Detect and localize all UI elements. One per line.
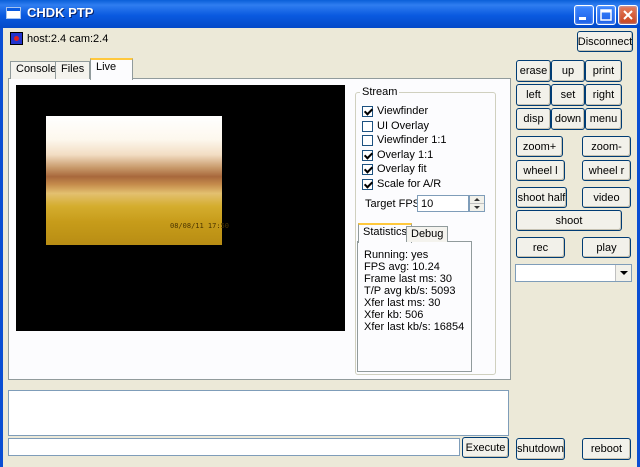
target-fps-label: Target FPS xyxy=(365,198,421,210)
connection-icon xyxy=(10,32,23,45)
tab-files[interactable]: Files xyxy=(55,61,91,79)
checkbox-label: Overlay 1:1 xyxy=(377,149,434,161)
stat-xfer-last-ms: Xfer last ms: 30 xyxy=(364,297,441,309)
checkbox-label: Viewfinder xyxy=(377,105,429,117)
overlay-1-1-checkbox[interactable]: Overlay 1:1 xyxy=(362,148,433,162)
target-fps-spinner[interactable] xyxy=(469,195,485,212)
command-input[interactable] xyxy=(8,438,460,456)
wheel-right-button[interactable]: wheel r xyxy=(582,160,631,181)
reboot-button[interactable]: reboot xyxy=(582,438,631,460)
shutdown-button[interactable]: shutdown xyxy=(516,438,565,460)
disconnect-button[interactable]: Disconnect xyxy=(577,31,633,52)
right-button[interactable]: right xyxy=(585,84,622,106)
ui-overlay-checkbox[interactable]: UI Overlay xyxy=(362,119,429,133)
wheel-left-button[interactable]: wheel l xyxy=(516,160,565,181)
console-output[interactable] xyxy=(8,390,509,436)
zoom-out-button[interactable]: zoom- xyxy=(582,136,631,157)
stat-xfer-kb: Xfer kb: 506 xyxy=(364,309,424,321)
checkbox-box[interactable] xyxy=(362,163,373,175)
left-button[interactable]: left xyxy=(516,84,551,106)
checkbox-label: Viewfinder 1:1 xyxy=(377,134,447,146)
rec-button[interactable]: rec xyxy=(516,237,565,258)
checkbox-box[interactable] xyxy=(362,134,373,146)
maximize-button[interactable] xyxy=(596,5,616,25)
chevron-down-icon[interactable] xyxy=(615,265,631,281)
video-button[interactable]: video xyxy=(582,187,631,208)
menu-button[interactable]: menu xyxy=(585,108,622,130)
tab-live[interactable]: Live xyxy=(90,58,133,80)
stat-tp-avg: T/P avg kb/s: 5093 xyxy=(364,285,456,297)
close-button[interactable] xyxy=(618,5,638,25)
close-icon xyxy=(623,10,633,20)
stat-running: Running: yes xyxy=(364,249,429,261)
stream-legend: Stream xyxy=(360,86,400,98)
connection-status: host:2.4 cam:2.4 xyxy=(27,33,109,45)
minimize-button[interactable] xyxy=(574,5,594,25)
checkbox-box[interactable] xyxy=(362,178,373,190)
stat-xfer-last-kbs: Xfer last kb/s: 16854 xyxy=(364,321,465,333)
erase-button[interactable]: erase xyxy=(516,60,551,82)
print-button[interactable]: print xyxy=(585,60,622,82)
window-frame-left xyxy=(0,28,3,467)
overlay-fit-checkbox[interactable]: Overlay fit xyxy=(362,162,427,176)
play-button[interactable]: play xyxy=(582,237,631,258)
checkbox-label: Scale for A/R xyxy=(377,178,442,190)
tab-statistics[interactable]: Statistics xyxy=(358,223,413,243)
checkbox-box[interactable] xyxy=(362,105,373,117)
spin-up-icon[interactable] xyxy=(470,196,484,204)
shoot-button[interactable]: shoot xyxy=(516,210,622,231)
window-title: CHDK PTP xyxy=(27,5,94,20)
set-button[interactable]: set xyxy=(551,84,585,106)
maximize-icon xyxy=(600,9,612,21)
spin-down-icon[interactable] xyxy=(470,204,484,211)
up-button[interactable]: up xyxy=(551,60,585,82)
window-icon xyxy=(6,7,21,19)
minimize-icon xyxy=(579,17,586,20)
down-button[interactable]: down xyxy=(551,108,585,130)
stat-fps-avg: FPS avg: 10.24 xyxy=(364,261,440,273)
viewfinder-1-1-checkbox[interactable]: Viewfinder 1:1 xyxy=(362,133,447,147)
image-date-stamp: 08/08/11 17:50 xyxy=(170,222,230,230)
shoot-half-button[interactable]: shoot half xyxy=(516,187,567,208)
checkbox-box[interactable] xyxy=(362,149,373,161)
checkbox-box[interactable] xyxy=(362,120,373,132)
checkbox-label: Overlay fit xyxy=(377,163,427,175)
disp-button[interactable]: disp xyxy=(516,108,551,130)
tab-debug[interactable]: Debug xyxy=(406,226,449,242)
target-fps-input[interactable] xyxy=(417,195,469,212)
title-bar[interactable] xyxy=(0,0,640,28)
zoom-in-button[interactable]: zoom+ xyxy=(516,136,563,157)
viewfinder-checkbox[interactable]: Viewfinder xyxy=(362,104,428,118)
checkbox-label: UI Overlay xyxy=(377,120,429,132)
execute-button[interactable]: Execute xyxy=(462,437,509,458)
stat-frame-last-ms: Frame last ms: 30 xyxy=(364,273,453,285)
scale-ar-checkbox[interactable]: Scale for A/R xyxy=(362,177,441,191)
